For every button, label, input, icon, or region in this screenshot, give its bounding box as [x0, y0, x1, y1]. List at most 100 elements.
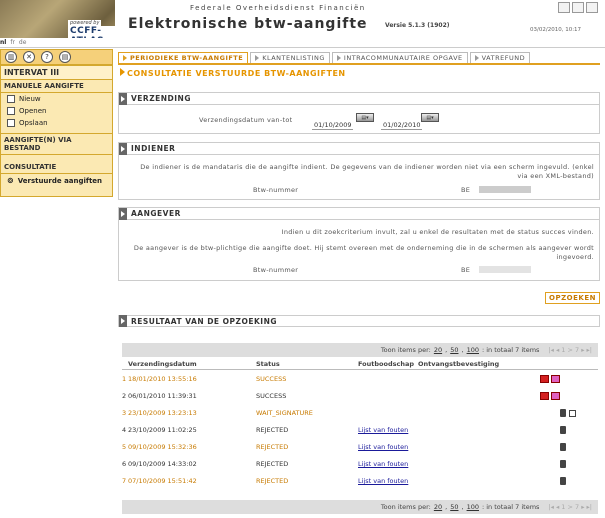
sidebar-item-label: Nieuw	[19, 95, 41, 103]
row-status: REJECTED	[256, 477, 289, 485]
brand-name: CCFF-ATLAS	[68, 26, 115, 38]
pager-option[interactable]: 100	[467, 503, 479, 511]
row-number: 7	[122, 477, 127, 485]
pager-label: Toon items per:	[380, 503, 431, 511]
sidebar-toolbar: ▥ ✕ ? ▤	[0, 49, 113, 65]
lang-fr[interactable]: fr	[10, 39, 15, 46]
trash-icon[interactable]	[560, 477, 566, 485]
error-list-link[interactable]: Lijst van fouten	[358, 443, 408, 451]
trash-icon[interactable]	[560, 409, 566, 417]
table-row[interactable]: 4 23/10/2009 11:02:25 REJECTED Lijst van fo…	[122, 425, 602, 435]
pager-nav[interactable]: |◂ ◂ 1 > 7 ▸ ▸|	[548, 503, 592, 511]
row-date: 09/10/2009 15:32:36	[128, 443, 197, 451]
pager-option[interactable]: 50	[450, 503, 458, 511]
indiener-vat-field	[479, 186, 531, 193]
tab-bar: PERIODIEKE BTW-AANGIFTE KLANTENLISTING I…	[118, 52, 531, 63]
trash-icon[interactable]	[560, 460, 566, 468]
trash-icon[interactable]	[560, 443, 566, 451]
row-date: 09/10/2009 14:33:02	[128, 460, 197, 468]
row-date: 23/10/2009 11:02:25	[128, 426, 197, 434]
pager-nav[interactable]: |◂ ◂ 1 > 7 ▸ ▸|	[548, 346, 592, 354]
aangever-vat-field[interactable]	[479, 266, 531, 273]
version: Versie 5.1.3 (1902)	[385, 22, 450, 29]
sidebar-item-openen[interactable]: Openen	[1, 105, 112, 117]
row-status: SUCCESS	[256, 392, 287, 400]
table-row[interactable]: 2 06/01/2010 11:39:31 SUCCESS	[122, 391, 602, 401]
table-row[interactable]: 6 09/10/2009 14:33:02 REJECTED Lijst van fo…	[122, 459, 602, 469]
page-title: CONSULTATIE VERSTUURDE BTW-AANGIFTEN	[120, 68, 346, 78]
aangever-panel: AANGEVER Indien u dit zoekcriterium invu…	[118, 207, 600, 281]
calendar-icon[interactable]: ▤▾	[356, 113, 374, 122]
pager-top: Toon items per: 20, 50, 100 : in totaal …	[122, 343, 598, 357]
table-row[interactable]: 7 07/10/2009 15:51:42 REJECTED Lijst van fo…	[122, 476, 602, 486]
row-actions	[540, 392, 560, 402]
sidebar-section-via[interactable]: AANGIFTE(N) VIA BESTAND	[1, 133, 112, 155]
calendar-icon[interactable]: ▤▾	[421, 113, 439, 122]
language-bar: nl fr de	[0, 38, 605, 48]
row-number: 2	[122, 392, 127, 400]
edit-icon[interactable]	[569, 410, 576, 417]
indiener-header: INDIENER	[119, 142, 599, 155]
sidebar-period: INTERVAT III	[1, 66, 112, 80]
results-table: Verzendingsdatum Status Foutboodschap On…	[122, 360, 598, 495]
datetime: 03/02/2010, 10:17	[530, 27, 582, 33]
sidebar-item-nieuw[interactable]: Nieuw	[1, 93, 112, 105]
error-list-link[interactable]: Lijst van fouten	[358, 460, 408, 468]
table-row[interactable]: 3 23/10/2009 13:23:13 WAIT_SIGNATURE	[122, 408, 602, 418]
window-icon[interactable]	[586, 2, 598, 13]
row-date: 07/10/2009 15:51:42	[128, 477, 197, 485]
search-button[interactable]: OPZOEKEN	[545, 292, 600, 304]
tools-icon[interactable]: ✕	[23, 51, 35, 63]
row-date: 18/01/2010 13:55:16	[128, 375, 197, 383]
sidebar-section-manual: MANUELE AANGIFTE	[1, 80, 112, 93]
indiener-note: De indiener is de mandataris die de aang…	[140, 163, 594, 180]
sidebar: INTERVAT III MANUELE AANGIFTE Nieuw Open…	[0, 65, 113, 197]
book-icon[interactable]: ▥	[5, 51, 17, 63]
printer-icon[interactable]: ▤	[59, 51, 71, 63]
pager-option[interactable]: 100	[467, 346, 479, 354]
printer-icon[interactable]	[551, 392, 560, 400]
date-from-field[interactable]: 01/10/2009	[312, 121, 354, 130]
pdf-icon[interactable]	[540, 392, 549, 400]
tab-periodieke[interactable]: PERIODIEKE BTW-AANGIFTE	[118, 52, 249, 63]
table-row[interactable]: 1 18/01/2010 13:55:16 SUCCESS	[122, 374, 602, 384]
tab-underline	[118, 63, 600, 65]
pdf-icon[interactable]	[540, 375, 549, 383]
save-icon	[7, 119, 15, 127]
sidebar-item-label: Opslaan	[19, 119, 48, 127]
agency-name: Federale Overheidsdienst Financiën	[190, 4, 366, 12]
sidebar-item-verstuurde[interactable]: ⊚ Verstuurde aangiften	[1, 174, 112, 187]
tab-klantenlisting[interactable]: KLANTENLISTING	[250, 52, 330, 63]
trash-icon[interactable]	[560, 426, 566, 434]
error-list-link[interactable]: Lijst van fouten	[358, 477, 408, 485]
row-actions	[560, 409, 576, 419]
row-status: REJECTED	[256, 426, 289, 434]
pager-total: : in totaal 7 items	[481, 503, 540, 511]
logo: powered by CCFF-ATLAS	[0, 0, 115, 38]
lang-de[interactable]: de	[19, 39, 27, 46]
row-number: 4	[122, 426, 127, 434]
sidebar-item-opslaan[interactable]: Opslaan	[1, 117, 112, 129]
col-header: Verzendingsdatum	[128, 360, 197, 368]
date-to-field[interactable]: 01/02/2010	[381, 121, 423, 130]
help-icon[interactable]: ?	[41, 51, 53, 63]
row-status: REJECTED	[256, 443, 289, 451]
pager-option[interactable]: 50	[450, 346, 458, 354]
col-header: Ontvangstbevestiging	[418, 360, 500, 368]
sidebar-item-label: Openen	[19, 107, 47, 115]
tab-vatrefund[interactable]: VATREFUND	[469, 52, 531, 63]
aangever-vat-label: Btw-nummer	[253, 266, 299, 274]
pager-total: : in totaal 7 items	[481, 346, 540, 354]
pager-option[interactable]: 20	[434, 503, 442, 511]
tab-intracommunautaire[interactable]: INTRACOMMUNAUTAIRE OPGAVE	[331, 52, 468, 63]
printer-icon[interactable]	[551, 375, 560, 383]
row-actions	[540, 375, 560, 385]
window-icon[interactable]	[572, 2, 584, 13]
error-list-link[interactable]: Lijst van fouten	[358, 426, 408, 434]
lang-nl[interactable]: nl	[0, 39, 6, 46]
row-date: 06/01/2010 11:39:31	[128, 392, 197, 400]
table-row[interactable]: 5 09/10/2009 15:32:36 REJECTED Lijst van fo…	[122, 442, 602, 452]
pager-option[interactable]: 20	[434, 346, 442, 354]
row-status: WAIT_SIGNATURE	[256, 409, 313, 417]
window-icon[interactable]	[558, 2, 570, 13]
